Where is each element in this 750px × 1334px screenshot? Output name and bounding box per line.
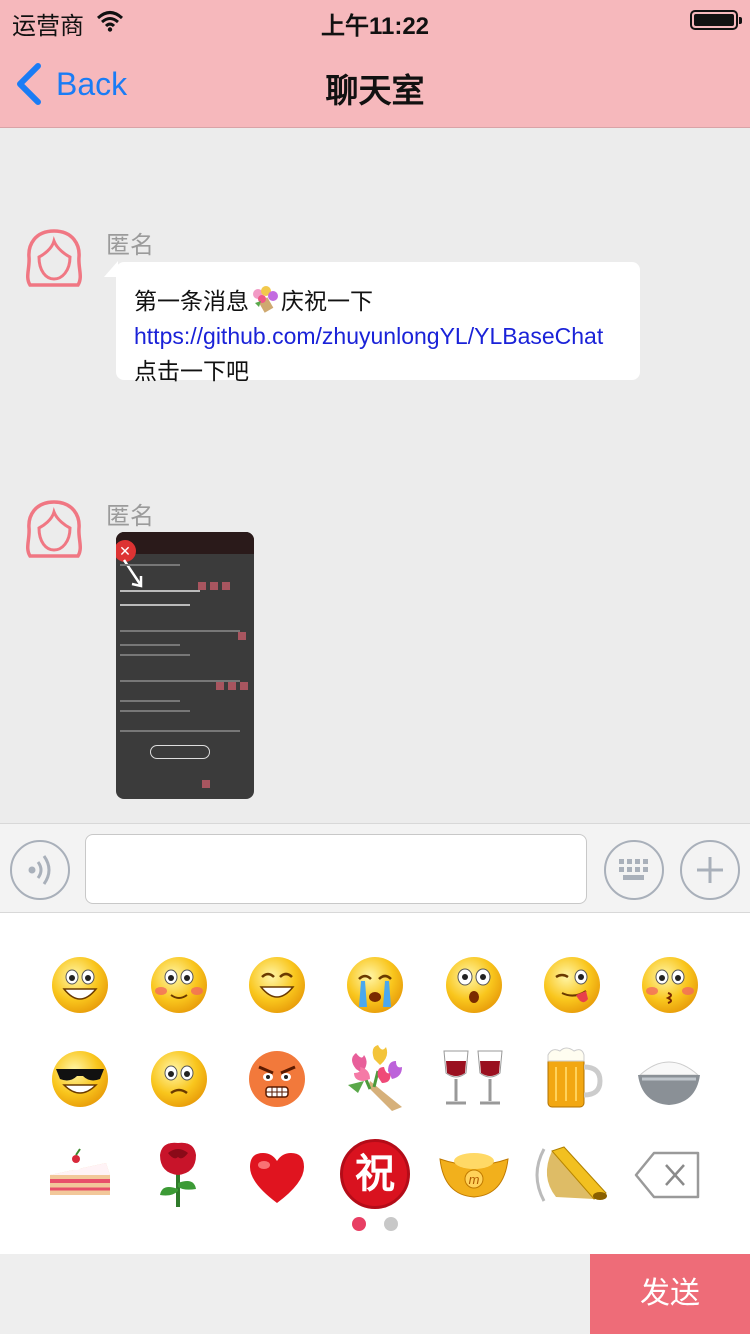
- plus-button[interactable]: [680, 840, 740, 900]
- page-dot[interactable]: [384, 1217, 398, 1231]
- page-dot-active[interactable]: [352, 1217, 366, 1231]
- avatar[interactable]: [22, 498, 86, 562]
- sad-face-icon[interactable]: [149, 1049, 209, 1109]
- thumbnail-badge: [210, 582, 218, 590]
- status-time: 上午11:22: [320, 13, 430, 40]
- thumbnail-pill: [150, 745, 210, 759]
- rose-icon[interactable]: [150, 1139, 206, 1209]
- thumbnail-badge: [216, 682, 224, 690]
- angry-face-icon[interactable]: [247, 1049, 307, 1109]
- blush-face-icon[interactable]: [149, 955, 209, 1015]
- megaphone-icon[interactable]: [534, 1139, 610, 1211]
- sender-name: 匿名: [106, 503, 154, 530]
- input-bar: [0, 823, 750, 913]
- surprised-face-icon[interactable]: [444, 955, 504, 1015]
- sender-name: 匿名: [106, 232, 154, 259]
- rice-bowl-icon[interactable]: [636, 1051, 702, 1109]
- grin-face-icon[interactable]: [50, 955, 110, 1015]
- beer-mug-icon[interactable]: [542, 1045, 606, 1111]
- thumbnail-badge: [240, 682, 248, 690]
- crying-face-icon[interactable]: [345, 955, 405, 1015]
- plus-icon: [697, 857, 723, 883]
- message-text: 庆祝一下: [281, 288, 373, 314]
- emoji-footer: 发送: [0, 1254, 750, 1334]
- thumbnail-header: [116, 532, 254, 554]
- thumbnail-row: [120, 564, 180, 566]
- flowers-icon[interactable]: [340, 1041, 412, 1113]
- page-title: 聊天室: [325, 72, 425, 109]
- thumbnail-row: [120, 730, 240, 732]
- thumbnail-row: [120, 590, 200, 592]
- heart-icon[interactable]: [246, 1149, 308, 1205]
- thumbnail-row: [120, 654, 190, 656]
- text-message-bubble[interactable]: 第一条消息 庆祝一下 https://github.com/zhuyunlongY…: [116, 262, 640, 384]
- thumbnail-row: [120, 630, 240, 632]
- blessing-icon[interactable]: 祝: [340, 1139, 410, 1209]
- message-text: 点击一下吧: [134, 358, 249, 384]
- message-text: 第一条消息: [134, 288, 249, 314]
- keyboard-icon: [619, 859, 648, 880]
- status-bar: 运营商 上午11:22: [0, 0, 750, 40]
- thumbnail-row: [120, 644, 180, 646]
- flowers-emoji-icon: [253, 286, 278, 313]
- nav-bar: Back 聊天室: [0, 40, 750, 128]
- thumbnail-tab: [202, 780, 210, 788]
- gold-ingot-icon[interactable]: m: [438, 1149, 510, 1201]
- thumbnail-row: [120, 710, 190, 712]
- top-bar: 运营商 上午11:22 Back 聊天室: [0, 0, 750, 128]
- chat-list[interactable]: 匿名 第一条消息 庆祝一下 https://github.com/zhuyunlo…: [0, 129, 750, 823]
- arrow-icon: [122, 559, 143, 588]
- voice-button[interactable]: [10, 840, 70, 900]
- tongue-face-icon[interactable]: [542, 955, 602, 1015]
- emoji-panel: 祝 m: [0, 913, 750, 1254]
- cake-icon[interactable]: [46, 1145, 114, 1201]
- backspace-icon[interactable]: [634, 1151, 702, 1199]
- battery-icon: [690, 10, 742, 30]
- smile-face-icon[interactable]: [247, 955, 307, 1015]
- kiss-face-icon[interactable]: [640, 955, 700, 1015]
- svg-text:m: m: [469, 1172, 480, 1187]
- image-message[interactable]: ✕: [116, 532, 254, 799]
- avatar[interactable]: [22, 227, 86, 291]
- thumbnail-badge: [222, 582, 230, 590]
- wine-glasses-icon[interactable]: [438, 1043, 508, 1113]
- message-link[interactable]: https://github.com/zhuyunlongYL/YLBaseCh…: [134, 323, 603, 349]
- keyboard-button[interactable]: [604, 840, 664, 900]
- sunglasses-face-icon[interactable]: [50, 1049, 110, 1109]
- thumbnail-row: [120, 700, 180, 702]
- thumbnail-badge: [198, 582, 206, 590]
- thumbnail-badge: [228, 682, 236, 690]
- thumbnail-badge: [238, 632, 246, 640]
- send-button[interactable]: 发送: [590, 1254, 750, 1334]
- thumbnail-row: [120, 604, 190, 606]
- voice-icon: [28, 855, 51, 885]
- message-input[interactable]: [85, 834, 587, 904]
